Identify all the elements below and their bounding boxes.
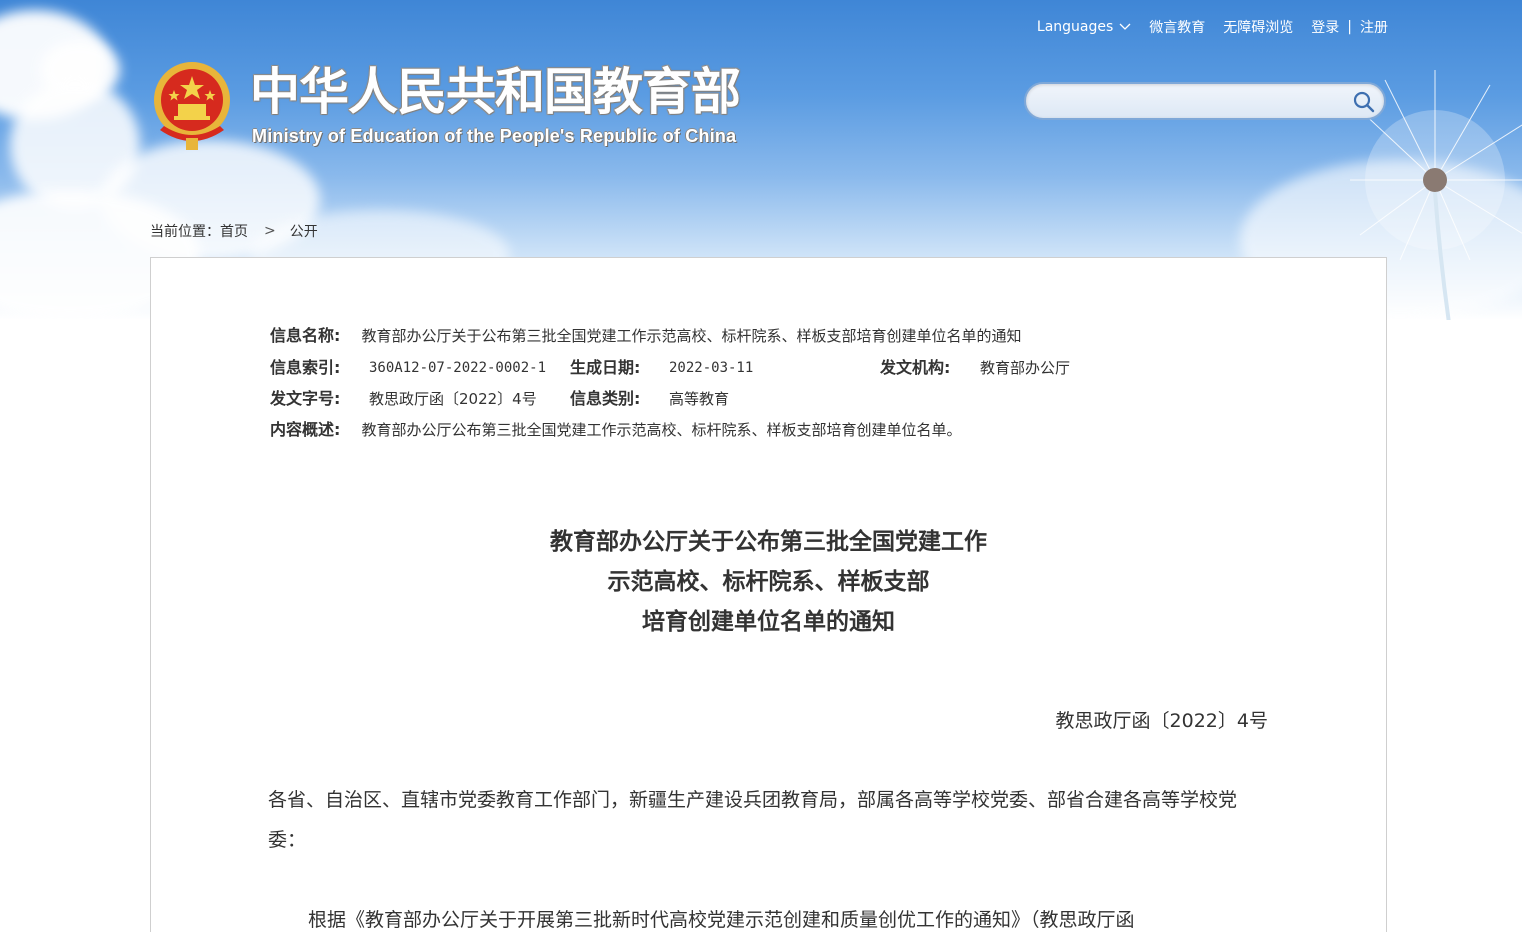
search-icon[interactable] bbox=[1352, 90, 1376, 114]
languages-label: Languages bbox=[1036, 19, 1114, 35]
document-title-line-1: 教育部办公厅关于公布第三批全国党建工作 bbox=[550, 529, 987, 555]
document-title-line-3: 培育创建单位名单的通知 bbox=[642, 609, 895, 635]
meta-issuer-value: 教育部办公厅 bbox=[980, 359, 1071, 377]
site-title-cn: 中华人民共和国教育部 bbox=[250, 63, 741, 121]
meta-index-value: 360A12-07-2022-0002-1 bbox=[369, 360, 547, 376]
meta-issuer-label: 发文机构: bbox=[880, 358, 951, 377]
breadcrumb-current[interactable]: 公开 bbox=[290, 221, 318, 241]
breadcrumb-home[interactable]: 首页 bbox=[220, 221, 248, 241]
meta-row-index: 信息索引: 360A12-07-2022-0002-1 生成日期: 2022-0… bbox=[270, 356, 1170, 380]
top-links: Languages 微言教育 无障碍浏览 登录 | 注册 bbox=[1037, 16, 1388, 38]
document-recipients: 各省、自治区、直辖市党委教育工作部门，新疆生产建设兵团教育局，部属各高等学校党委… bbox=[268, 789, 1238, 851]
meta-category-value: 高等教育 bbox=[669, 390, 730, 408]
link-separator: | bbox=[1347, 19, 1352, 35]
meta-date-value: 2022-03-11 bbox=[669, 360, 754, 376]
page: 中华人民共和国教育部 Ministry of Education of the … bbox=[0, 0, 1522, 932]
document-title-line-2: 示范高校、标杆院系、样板支部 bbox=[607, 569, 930, 595]
weibo-link[interactable]: 微言教育 bbox=[1149, 17, 1205, 37]
breadcrumb-arrow-icon: > bbox=[264, 223, 276, 239]
meta-row-summary: 内容概述: 教育部办公厅公布第三批全国党建工作示范高校、标杆院系、样板支部培育创… bbox=[270, 418, 962, 442]
document-body-paragraph: 根据《教育部办公厅关于开展第三批新时代高校党建示范创建和质量创优工作的通知》（教… bbox=[308, 909, 1135, 931]
meta-index-label: 信息索引: bbox=[270, 358, 341, 377]
breadcrumb: 当前位置： 首页 > 公开 bbox=[150, 221, 318, 241]
register-link[interactable]: 注册 bbox=[1360, 17, 1388, 37]
search-box bbox=[1024, 82, 1386, 120]
document-title: 教育部办公厅关于公布第三批全国党建工作 示范高校、标杆院系、样板支部 培育创建单… bbox=[150, 522, 1387, 642]
login-link[interactable]: 登录 bbox=[1311, 17, 1339, 37]
meta-category-label: 信息类别: bbox=[570, 389, 641, 408]
meta-name-label: 信息名称: bbox=[270, 326, 341, 345]
meta-row-name: 信息名称: 教育部办公厅关于公布第三批全国党建工作示范高校、标杆院系、样板支部培… bbox=[270, 324, 1022, 348]
accessibility-link[interactable]: 无障碍浏览 bbox=[1223, 17, 1293, 37]
meta-docno-value: 教思政厅函〔2022〕4号 bbox=[369, 390, 537, 408]
meta-row-docno: 发文字号: 教思政厅函〔2022〕4号 信息类别: 高等教育 bbox=[270, 387, 1170, 411]
search-input[interactable] bbox=[1040, 90, 1344, 114]
languages-dropdown[interactable]: Languages bbox=[1037, 19, 1131, 35]
site-title-en: Ministry of Education of the People's Re… bbox=[252, 126, 737, 146]
meta-docno-label: 发文字号: bbox=[270, 389, 341, 408]
breadcrumb-prefix: 当前位置： bbox=[150, 224, 220, 240]
meta-summary-label: 内容概述: bbox=[270, 420, 341, 439]
national-emblem-icon bbox=[154, 62, 230, 150]
meta-date-label: 生成日期: bbox=[570, 358, 641, 377]
meta-summary-value: 教育部办公厅公布第三批全国党建工作示范高校、标杆院系、样板支部培育创建单位名单。 bbox=[361, 421, 962, 439]
meta-name-value: 教育部办公厅关于公布第三批全国党建工作示范高校、标杆院系、样板支部培育创建单位名… bbox=[361, 327, 1022, 345]
document-number: 教思政厅函〔2022〕4号 bbox=[1055, 710, 1268, 732]
chevron-down-icon bbox=[1119, 23, 1131, 30]
